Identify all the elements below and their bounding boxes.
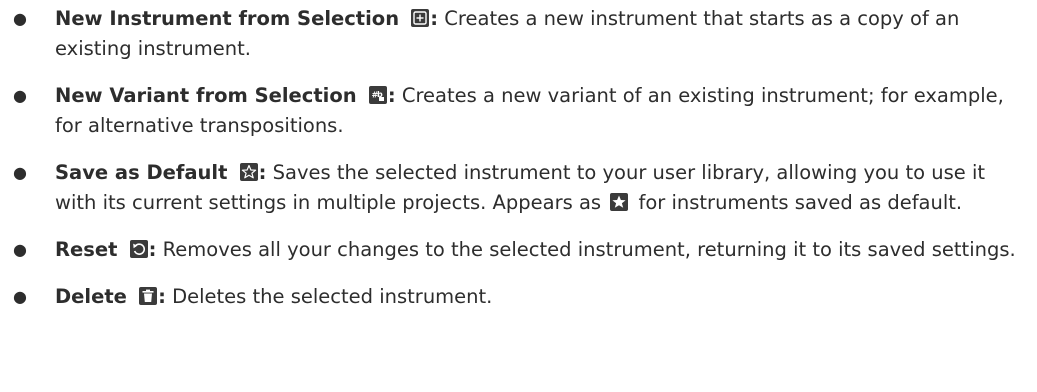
bullet: ●	[13, 240, 27, 259]
star-outline-icon	[239, 163, 258, 181]
star-filled-icon	[610, 193, 629, 211]
description-reset: Removes all your changes to the selected…	[156, 238, 1016, 261]
bullet: ●	[13, 163, 27, 182]
term-colon: :	[430, 7, 439, 30]
description-delete: Deletes the selected instrument.	[165, 285, 493, 308]
reset-icon	[129, 240, 148, 258]
trash-icon	[139, 287, 158, 305]
list-item-reset: ● Reset : Removes all your changes to th…	[0, 235, 1037, 265]
term-new-variant: New Variant from Selection	[55, 84, 357, 107]
description-save-as-default-end: for instruments saved as default.	[632, 191, 963, 214]
bullet: ●	[13, 86, 27, 105]
term-colon: :	[387, 84, 396, 107]
list-item-new-variant: ● New Variant from Selection # b : Creat…	[0, 81, 1037, 141]
list-item-new-instrument: ● New Instrument from Selection : Create…	[0, 4, 1037, 64]
term-new-instrument: New Instrument from Selection	[55, 7, 400, 30]
term-save-as-default: Save as Default	[55, 161, 228, 184]
term-reset: Reset	[55, 238, 118, 261]
list-item-save-as-default: ● Save as Default : Saves the selected i…	[0, 158, 1037, 218]
new-instrument-icon	[411, 9, 430, 27]
new-variant-icon: # b	[368, 86, 387, 104]
bullet: ●	[13, 287, 27, 306]
term-colon: :	[158, 285, 166, 308]
instrument-actions-list: ● New Instrument from Selection : Create…	[0, 0, 1037, 312]
bullet: ●	[13, 9, 27, 28]
term-delete: Delete	[55, 285, 127, 308]
list-item-delete: ● Delete : Deletes the selected instrume…	[0, 282, 1037, 312]
